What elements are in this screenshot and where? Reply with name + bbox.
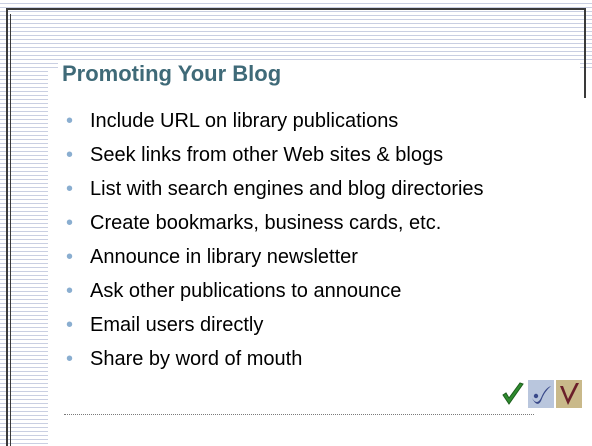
checkmark-decoration [500, 380, 582, 410]
bullet-dot-icon: • [66, 246, 74, 268]
bullet-text: Include URL on library publications [90, 110, 399, 132]
dotted-rule [64, 414, 534, 415]
bullet-item: • Seek links from other Web sites & blog… [66, 142, 576, 168]
bullet-text: Share by word of mouth [90, 348, 303, 370]
gold-check-icon [556, 380, 582, 408]
slide: Promoting Your Blog • Include URL on lib… [0, 0, 592, 446]
bullet-item: • Share by word of mouth [66, 346, 576, 372]
bullet-text: Ask other publications to announce [90, 280, 402, 302]
bullet-item: • Ask other publications to announce [66, 278, 576, 304]
bullet-text: Announce in library newsletter [90, 246, 358, 268]
bullet-item: • List with search engines and blog dire… [66, 176, 576, 202]
bullet-item: • Create bookmarks, business cards, etc. [66, 210, 576, 236]
green-check-icon [500, 380, 526, 408]
frame-inner-line [10, 14, 11, 446]
slide-title: Promoting Your Blog [62, 61, 282, 86]
bullet-dot-icon: • [66, 212, 74, 234]
bullet-dot-icon: • [66, 144, 74, 166]
bullet-dot-icon: • [66, 280, 74, 302]
bullet-item: • Include URL on library publications [66, 108, 576, 134]
bullet-list: • Include URL on library publications • … [66, 108, 576, 380]
bullet-dot-icon: • [66, 314, 74, 336]
bullet-dot-icon: • [66, 110, 74, 132]
bullet-item: • Announce in library newsletter [66, 244, 576, 270]
bullet-text: Seek links from other Web sites & blogs [90, 144, 444, 166]
bullet-text: List with search engines and blog direct… [90, 178, 484, 200]
bullet-dot-icon: • [66, 178, 74, 200]
bullet-dot-icon: • [66, 348, 74, 370]
blue-check-icon [528, 380, 554, 408]
bullet-text: Create bookmarks, business cards, etc. [90, 212, 442, 234]
bullet-item: • Email users directly [66, 312, 576, 338]
bullet-text: Email users directly [90, 314, 264, 336]
